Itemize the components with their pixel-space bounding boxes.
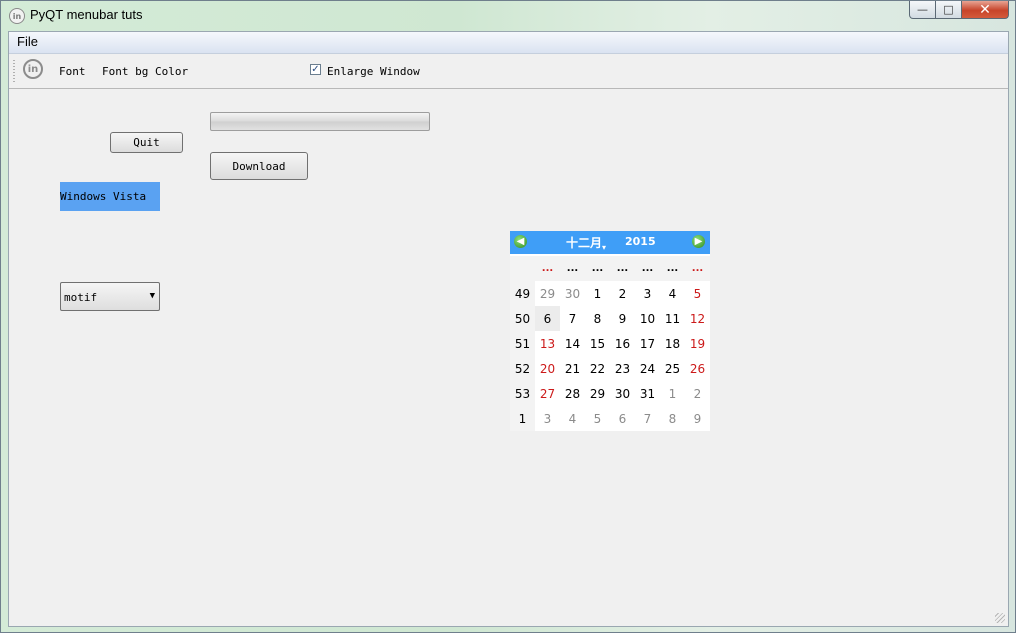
enlarge-window-label[interactable]: Enlarge Window [327, 65, 420, 78]
calendar-next-month-icon[interactable]: ▶ [692, 235, 705, 248]
linkedin-icon[interactable]: in [23, 59, 43, 79]
calendar-day[interactable]: 31 [635, 381, 660, 406]
calendar-day[interactable]: 13 [535, 331, 560, 356]
size-grip[interactable] [995, 613, 1005, 623]
calendar-day[interactable]: 7 [635, 406, 660, 431]
calendar-day[interactable]: 9 [685, 406, 710, 431]
client-area: File in Font Font bg Color ✓ Enlarge Win… [8, 31, 1009, 627]
calendar-day[interactable]: 23 [610, 356, 635, 381]
toolbar: in Font Font bg Color ✓ Enlarge Window [9, 54, 1008, 89]
style-combobox-value: motif [64, 291, 98, 304]
calendar-day[interactable]: 4 [560, 406, 585, 431]
calendar-day[interactable]: 10 [635, 306, 660, 331]
calendar-week-number: 51 [510, 331, 535, 356]
download-progress-bar [210, 112, 430, 131]
calendar-day[interactable]: 30 [560, 281, 585, 306]
calendar-weekday-header: ... [635, 256, 660, 281]
calendar-weekday-header: ... [685, 256, 710, 281]
calendar-day[interactable]: 1 [660, 381, 685, 406]
menu-bar: File [9, 32, 1008, 54]
calendar-week-number: 1 [510, 406, 535, 431]
calendar-day[interactable]: 12 [685, 306, 710, 331]
calendar-day[interactable]: 18 [660, 331, 685, 356]
calendar-weekday-header: ... [560, 256, 585, 281]
calendar-month-selector[interactable]: 十二月▾ [566, 234, 606, 252]
calendar-day[interactable]: 4 [660, 281, 685, 306]
calendar-day[interactable]: 3 [635, 281, 660, 306]
calendar-day[interactable]: 17 [635, 331, 660, 356]
maximize-button[interactable]: □ [936, 1, 962, 19]
style-name-label: Windows Vista [60, 182, 160, 211]
calendar-day[interactable]: 26 [685, 356, 710, 381]
calendar-day[interactable]: 11 [660, 306, 685, 331]
calendar-day[interactable]: 28 [560, 381, 585, 406]
calendar-day[interactable]: 29 [535, 281, 560, 306]
calendar-day[interactable]: 29 [585, 381, 610, 406]
calendar-weekday-header: ... [535, 256, 560, 281]
calendar-week-number: 52 [510, 356, 535, 381]
calendar-day[interactable]: 24 [635, 356, 660, 381]
calendar-week-number: 50 [510, 306, 535, 331]
calendar-week-number: 49 [510, 281, 535, 306]
app-window: in PyQT menubar tuts — □ ✕ File in Font … [0, 0, 1016, 633]
minimize-button[interactable]: — [909, 1, 936, 19]
calendar-day[interactable]: 25 [660, 356, 685, 381]
calendar-day[interactable]: 22 [585, 356, 610, 381]
app-icon: in [9, 8, 25, 24]
calendar-day[interactable]: 30 [610, 381, 635, 406]
calendar-day[interactable]: 27 [535, 381, 560, 406]
calendar-weekday-header: ... [660, 256, 685, 281]
calendar-month: 十二月 [566, 236, 603, 250]
title-bar[interactable]: in PyQT menubar tuts — □ ✕ [1, 1, 1015, 31]
month-dropdown-icon: ▾ [602, 243, 607, 252]
calendar-day[interactable]: 8 [585, 306, 610, 331]
calendar-day[interactable]: 1 [585, 281, 610, 306]
calendar-week-number: 53 [510, 381, 535, 406]
calendar-day[interactable]: 16 [610, 331, 635, 356]
font-bg-color-action[interactable]: Font bg Color [102, 65, 188, 78]
style-combobox[interactable]: motif ▼ [60, 282, 160, 311]
calendar-year[interactable]: 2015 [625, 235, 656, 248]
menu-file[interactable]: File [17, 34, 38, 49]
calendar-day[interactable]: 8 [660, 406, 685, 431]
calendar-widget: ◀ 十二月▾ 2015 ▶ ..................... 49 29 3… [510, 231, 710, 431]
calendar-day[interactable]: 14 [560, 331, 585, 356]
calendar-day[interactable]: 21 [560, 356, 585, 381]
calendar-day[interactable]: 3 [535, 406, 560, 431]
calendar-day[interactable]: 9 [610, 306, 635, 331]
calendar-grid: ..................... 49 29 30 1 2 3 4 5 50 6 7 8 9 10… [510, 256, 710, 431]
calendar-day[interactable]: 19 [685, 331, 710, 356]
calendar-day[interactable]: 2 [685, 381, 710, 406]
calendar-day[interactable]: 6 [610, 406, 635, 431]
calendar-navigation-bar: ◀ 十二月▾ 2015 ▶ [510, 231, 710, 254]
calendar-day[interactable]: 7 [560, 306, 585, 331]
calendar-day[interactable]: 15 [585, 331, 610, 356]
calendar-day[interactable]: 20 [535, 356, 560, 381]
toolbar-grip[interactable] [13, 60, 15, 82]
window-controls: — □ ✕ [909, 1, 1009, 19]
download-button[interactable]: Download [210, 152, 308, 180]
calendar-day[interactable]: 2 [610, 281, 635, 306]
chevron-down-icon[interactable]: ▼ [150, 291, 155, 301]
calendar-day[interactable]: 5 [685, 281, 710, 306]
font-action[interactable]: Font [59, 65, 86, 78]
enlarge-window-checkbox[interactable]: ✓ [310, 64, 321, 75]
calendar-day[interactable]: 6 [535, 306, 560, 331]
close-button[interactable]: ✕ [962, 1, 1009, 19]
quit-button[interactable]: Quit [110, 132, 183, 153]
calendar-weekday-header: ... [610, 256, 635, 281]
calendar-prev-month-icon[interactable]: ◀ [514, 235, 527, 248]
calendar-weekday-header: ... [585, 256, 610, 281]
calendar-corner [510, 256, 535, 281]
calendar-day[interactable]: 5 [585, 406, 610, 431]
window-title: PyQT menubar tuts [30, 7, 143, 22]
